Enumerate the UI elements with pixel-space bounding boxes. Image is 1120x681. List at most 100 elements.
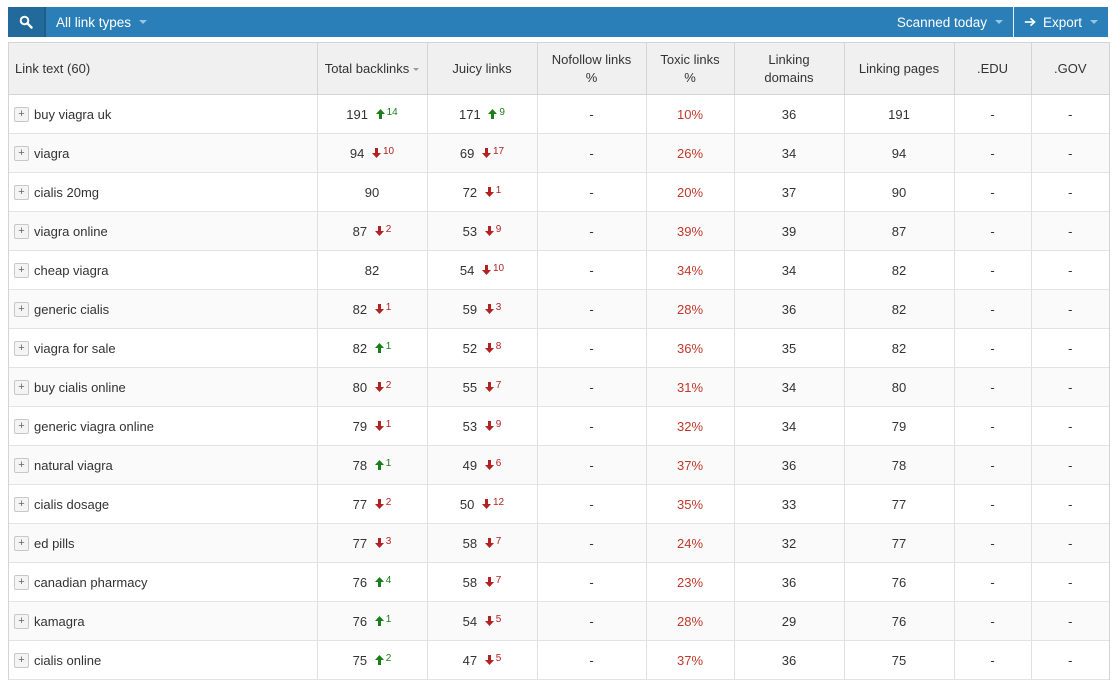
arrow-down-icon: [484, 537, 494, 548]
expand-row-button[interactable]: +: [14, 457, 29, 473]
col-nofollow[interactable]: Nofollow links%: [537, 43, 647, 95]
table-row[interactable]: + ed pills 77 3 58 7-24% 32 77- -: [9, 523, 1109, 563]
cell-linking-pages: 90: [844, 172, 955, 212]
cell-linking-domains: 32: [734, 523, 845, 563]
arrow-down-icon: [484, 459, 494, 470]
juicy-delta: 7: [484, 534, 501, 548]
cell-total-backlinks: 80 2: [317, 367, 428, 407]
table-row[interactable]: + viagra online 87 2 53 9-39% 39 87- -: [9, 211, 1109, 251]
table-row[interactable]: + generic viagra online 79 1 53 9-32% 34 79- -: [9, 406, 1109, 446]
table-row[interactable]: + canadian pharmacy 76 4 58 7-23% 36 76- -: [9, 562, 1109, 602]
col-gov[interactable]: .GOV: [1031, 43, 1109, 95]
cell-toxic: 20%: [646, 172, 735, 212]
cell-total-backlinks: 82: [317, 250, 428, 290]
link-text: buy cialis online: [34, 379, 126, 395]
arrow-down-icon: [374, 303, 384, 314]
cell-linking-pages: 191: [844, 94, 955, 134]
cell-linking-domains: 34: [734, 367, 845, 407]
scan-date-dropdown[interactable]: Scanned today: [897, 7, 1014, 37]
table-row[interactable]: + kamagra 76 1 54 5-28% 29 76- -: [9, 601, 1109, 641]
cell-toxic: 34%: [646, 250, 735, 290]
search-button[interactable]: [8, 7, 46, 37]
expand-row-button[interactable]: +: [14, 301, 29, 317]
expand-row-button[interactable]: +: [14, 145, 29, 161]
col-juicy-links[interactable]: Juicy links: [427, 43, 538, 95]
cell-edu: -: [954, 133, 1032, 173]
cell-link-text: + cialis 20mg: [9, 172, 318, 212]
cell-edu: -: [954, 367, 1032, 407]
expand-row-button[interactable]: +: [14, 184, 29, 200]
table-row[interactable]: + cialis dosage 77 2 50 12-35% 33 77- -: [9, 484, 1109, 524]
expand-row-button[interactable]: +: [14, 652, 29, 668]
search-icon: [19, 15, 33, 29]
col-toxic[interactable]: Toxic links%: [646, 43, 735, 95]
total-delta: 2: [374, 378, 391, 392]
arrow-up-icon: [488, 108, 498, 119]
export-button[interactable]: Export: [1014, 7, 1108, 37]
expand-row-button[interactable]: +: [14, 535, 29, 551]
expand-row-button[interactable]: +: [14, 262, 29, 278]
link-text: buy viagra uk: [34, 106, 112, 122]
cell-nofollow: -: [537, 94, 647, 134]
col-edu[interactable]: .EDU: [954, 43, 1032, 95]
cell-toxic: 37%: [646, 640, 735, 680]
expand-row-button[interactable]: +: [14, 613, 29, 629]
table-row[interactable]: + viagra 94 10 69 17-26% 34 94- -: [9, 133, 1109, 173]
juicy-delta: 12: [481, 495, 504, 509]
col-link-text[interactable]: Link text (60): [9, 43, 318, 95]
cell-nofollow: -: [537, 406, 647, 446]
expand-row-button[interactable]: +: [14, 340, 29, 356]
cell-edu: -: [954, 601, 1032, 641]
link-text: cialis 20mg: [34, 184, 100, 200]
cell-nofollow: -: [537, 484, 647, 524]
table-row[interactable]: + buy cialis online 80 2 55 7-31% 34 80- -: [9, 367, 1109, 407]
cell-total-backlinks: 77 3: [317, 523, 428, 563]
cell-gov: -: [1031, 640, 1109, 680]
total-delta: 2: [374, 495, 391, 509]
col-linking-domains[interactable]: Linking domains: [734, 43, 845, 95]
col-linking-pages[interactable]: Linking pages: [844, 43, 955, 95]
cell-linking-pages: 78: [844, 445, 955, 485]
table-row[interactable]: + cialis 20mg 90 72 1-20% 37 90- -: [9, 172, 1109, 212]
juicy-delta: 7: [484, 573, 501, 587]
cell-total-backlinks: 78 1: [317, 445, 428, 485]
cell-total-backlinks: 76 1: [317, 601, 428, 641]
cell-total-backlinks: 76 4: [317, 562, 428, 602]
cell-link-text: + natural viagra: [9, 445, 318, 485]
cell-edu: -: [954, 328, 1032, 368]
expand-row-button[interactable]: +: [14, 106, 29, 122]
juicy-delta: 17: [481, 144, 504, 158]
cell-link-text: + viagra for sale: [9, 328, 318, 368]
cell-gov: -: [1031, 289, 1109, 329]
arrow-down-icon: [484, 420, 494, 431]
arrow-down-icon: [481, 147, 491, 158]
cell-juicy-links: 58 7: [427, 562, 538, 602]
expand-row-button[interactable]: +: [14, 379, 29, 395]
link-text: cialis dosage: [34, 496, 110, 512]
expand-row-button[interactable]: +: [14, 574, 29, 590]
table-row[interactable]: + cialis online 75 2 47 5-37% 36 75- -: [9, 640, 1109, 680]
table-row[interactable]: + buy viagra uk 191 14 171 9-10% 36 191- -: [9, 94, 1109, 134]
col-total-backlinks[interactable]: Total backlinks: [317, 43, 428, 95]
sort-desc-icon: [413, 67, 420, 71]
link-text: cheap viagra: [34, 262, 109, 278]
cell-link-text: + generic cialis: [9, 289, 318, 329]
table-row[interactable]: + generic cialis 82 1 59 3-28% 36 82- -: [9, 289, 1109, 329]
cell-linking-domains: 36: [734, 94, 845, 134]
table-row[interactable]: + viagra for sale 82 1 52 8-36% 35 82- -: [9, 328, 1109, 368]
expand-row-button[interactable]: +: [14, 496, 29, 512]
link-type-dropdown[interactable]: All link types: [46, 7, 148, 37]
expand-row-button[interactable]: +: [14, 223, 29, 239]
cell-juicy-links: 54 10: [427, 250, 538, 290]
cell-edu: -: [954, 562, 1032, 602]
cell-linking-domains: 33: [734, 484, 845, 524]
cell-total-backlinks: 191 14: [317, 94, 428, 134]
arrow-up-icon: [375, 108, 385, 119]
cell-total-backlinks: 94 10: [317, 133, 428, 173]
table-row[interactable]: + natural viagra 78 1 49 6-37% 36 78- -: [9, 445, 1109, 485]
table-row[interactable]: + cheap viagra 82 54 10-34% 34 82- -: [9, 250, 1109, 290]
arrow-down-icon: [484, 615, 494, 626]
juicy-delta: 6: [484, 456, 501, 470]
cell-edu: -: [954, 211, 1032, 251]
expand-row-button[interactable]: +: [14, 418, 29, 434]
